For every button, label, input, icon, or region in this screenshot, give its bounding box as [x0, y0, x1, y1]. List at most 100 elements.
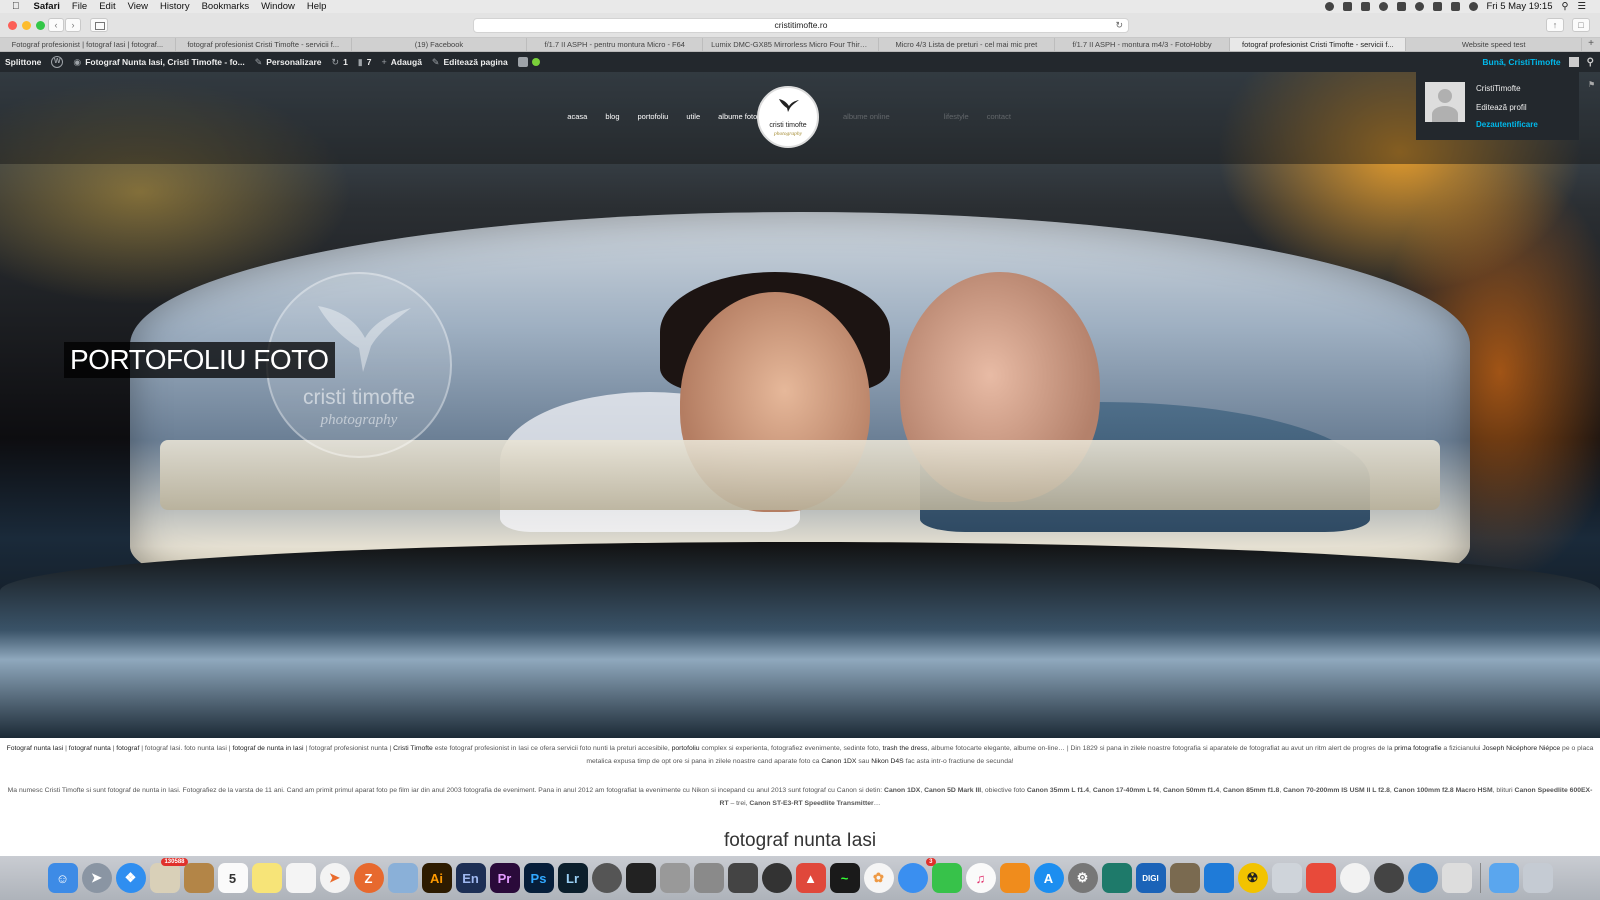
zoom-window-button[interactable] — [36, 21, 45, 30]
site-logo[interactable]: cristi timofte photography — [757, 86, 819, 148]
browser-tab-active[interactable]: fotograf profesionist Cristi Timofte - s… — [1230, 38, 1407, 51]
browser-tab[interactable]: (19) Facebook — [352, 38, 528, 51]
menu-history[interactable]: History — [160, 1, 190, 12]
avatar[interactable] — [1568, 57, 1579, 67]
admin-comments[interactable]: ▮ 7 — [358, 57, 372, 68]
menu-bookmarks[interactable]: Bookmarks — [202, 1, 250, 12]
nav-link-acasa[interactable]: acasa — [567, 112, 587, 121]
system-preferences-icon[interactable]: ⚙ — [1067, 863, 1098, 893]
filezilla-icon[interactable]: Z — [353, 863, 384, 893]
gear-link[interactable]: Canon 17-40mm L f4 — [1093, 787, 1159, 794]
browser-tab[interactable]: Website speed test — [1406, 38, 1583, 51]
launchpad-icon[interactable]: ➤ — [81, 863, 112, 893]
final-cut-icon[interactable] — [625, 863, 656, 893]
logout-link[interactable]: Dezautentificare — [1476, 120, 1538, 129]
itunes-icon[interactable]: ♫ — [965, 863, 996, 893]
seo-link[interactable]: Cristi Timofte — [393, 745, 433, 752]
time-machine-icon[interactable] — [1414, 2, 1424, 11]
browser-tab[interactable]: fotograf profesionist Cristi Timofte - s… — [176, 38, 352, 51]
menu-window[interactable]: Window — [261, 1, 295, 12]
nav-link-lifestyle[interactable]: lifestyle — [944, 112, 969, 121]
menu-edit[interactable]: Edit — [99, 1, 115, 12]
screen-app-icon[interactable] — [1101, 863, 1132, 893]
aperture-icon[interactable] — [591, 863, 622, 893]
nav-link-albume-online[interactable]: albume online — [843, 112, 890, 121]
menu-view[interactable]: View — [128, 1, 148, 12]
back-icon[interactable]: ‹ — [48, 18, 64, 32]
finder-icon[interactable]: ☺ — [47, 863, 78, 893]
wifi-icon[interactable] — [1468, 2, 1478, 11]
photoshop-icon[interactable]: Ps — [523, 863, 554, 893]
seo-link[interactable]: Fotograf nunta Iasi — [7, 745, 64, 752]
chrome-icon[interactable] — [1339, 863, 1370, 893]
trash-icon[interactable] — [1522, 863, 1553, 893]
mail-icon[interactable]: 130588 — [149, 858, 188, 893]
gear-link[interactable]: Canon 85mm f1.8 — [1223, 787, 1279, 794]
gear-link[interactable]: Canon 100mm f2.8 Macro HSM — [1394, 787, 1493, 794]
profile-username[interactable]: CristiTimofte — [1476, 84, 1521, 93]
tray-app-icon[interactable] — [1342, 2, 1352, 11]
menu-clock[interactable]: Fri 5 May 19:15 — [1487, 1, 1553, 12]
facetime-icon[interactable] — [931, 863, 962, 893]
safari-icon[interactable]: ❖ — [115, 863, 146, 893]
seo-link[interactable]: fotograf de nunta in Iasi — [232, 745, 303, 752]
photo-app-icon[interactable] — [1441, 863, 1472, 893]
admin-updates[interactable]: ↻ 1 — [332, 57, 348, 68]
browser-tab[interactable]: f/1.7 II ASPH - montura m4/3 - FotoHobby — [1055, 38, 1231, 51]
seo-link[interactable]: portofoliu — [672, 745, 700, 752]
preview-icon[interactable] — [387, 863, 418, 893]
spotlight-icon[interactable]: ⚲ — [1562, 1, 1569, 12]
search-icon[interactable]: ⚲ — [1587, 57, 1594, 68]
browser-tab[interactable]: Lumix DMC-GX85 Mirrorless Micro Four Thi… — [703, 38, 879, 51]
notification-center-icon[interactable]: ☰ — [1577, 1, 1586, 12]
show-tabs-icon[interactable]: □ — [1572, 18, 1590, 32]
illustrator-icon[interactable]: Ai — [421, 863, 452, 893]
admin-customize[interactable]: ✎ Personalizare — [255, 57, 322, 68]
tray-app-icon-2[interactable] — [1360, 2, 1370, 11]
messages-icon[interactable]: 3 — [897, 858, 936, 893]
admin-wp-menu[interactable]: W — [51, 56, 64, 68]
folder-icon[interactable] — [1488, 863, 1519, 893]
scanner-icon[interactable] — [1271, 863, 1302, 893]
sidebar-toggle-icon[interactable] — [90, 18, 108, 32]
gear-link[interactable]: Canon 35mm L f1.4 — [1027, 787, 1089, 794]
digi-icon[interactable]: DIGI — [1135, 863, 1166, 893]
menu-help[interactable]: Help — [307, 1, 327, 12]
photos-icon[interactable]: ✿ — [863, 863, 894, 893]
gear-link[interactable]: Canon 5D Mark III — [924, 787, 981, 794]
teamviewer-icon[interactable] — [1203, 863, 1234, 893]
reload-icon[interactable]: ↻ — [1115, 19, 1123, 32]
camera-icon[interactable] — [761, 863, 792, 893]
browser-tab[interactable]: Fotograf profesionist | fotograf Iasi | … — [0, 38, 176, 51]
nav-link-portofoliu[interactable]: portofoliu — [638, 112, 669, 121]
encore-icon[interactable]: En — [455, 863, 486, 893]
admin-seo[interactable] — [517, 57, 540, 67]
avatar[interactable] — [1425, 82, 1465, 122]
browser-tab[interactable]: Micro 4/3 Lista de preturi - cel mai mic… — [879, 38, 1055, 51]
image-capture-icon[interactable] — [659, 863, 690, 893]
lightroom-icon[interactable]: Lr — [557, 863, 588, 893]
apple-icon[interactable]:  — [12, 1, 20, 12]
reminders-icon[interactable] — [285, 863, 316, 893]
nav-link-blog[interactable]: blog — [605, 112, 619, 121]
admin-edit-page[interactable]: ✎ Editează pagina — [432, 57, 508, 68]
dropbox-icon[interactable] — [1324, 2, 1334, 11]
share-icon[interactable]: ↑ — [1546, 18, 1564, 32]
menu-app-safari[interactable]: Safari — [34, 1, 60, 12]
seo-link[interactable]: prima fotografie — [1394, 745, 1441, 752]
gear-link[interactable]: Canon 1DX — [884, 787, 920, 794]
nav-link-utile[interactable]: utile — [686, 112, 700, 121]
admin-splittone[interactable]: Splittone — [5, 57, 41, 67]
activity-monitor-icon[interactable]: ~ — [829, 863, 860, 893]
nav-link-contact[interactable]: contact — [987, 112, 1011, 121]
seo-link[interactable]: Joseph Nicéphore Niépce — [1482, 745, 1560, 752]
edit-profile-link[interactable]: Editează profil — [1476, 103, 1527, 112]
forward-icon[interactable]: › — [65, 18, 81, 32]
seo-link[interactable]: Nikon D4S — [871, 758, 904, 765]
drive-icon[interactable]: ▲ — [795, 863, 826, 893]
seo-link[interactable]: fotograf nunta — [69, 745, 111, 752]
seo-link[interactable]: trash the dress — [882, 745, 927, 752]
app-store-icon[interactable]: A — [1033, 863, 1064, 893]
menu-file[interactable]: File — [72, 1, 87, 12]
disk-utility-icon[interactable] — [1373, 863, 1404, 893]
